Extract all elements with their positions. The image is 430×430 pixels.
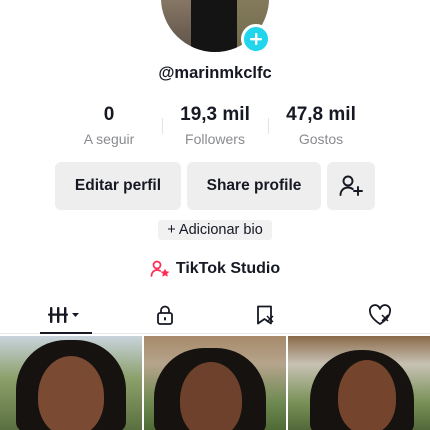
thumbnail-face — [38, 356, 104, 430]
add-friends-button[interactable] — [327, 162, 375, 210]
studio-label: TikTok Studio — [175, 260, 281, 277]
video-thumbnail[interactable] — [144, 336, 286, 430]
profile-avatar-container[interactable] — [161, 0, 271, 54]
tiktok-studio-link[interactable]: TikTok Studio — [0, 260, 430, 278]
stat-label: Gostos — [298, 131, 344, 147]
stat-label: Followers — [185, 131, 245, 147]
tab-private[interactable] — [130, 296, 200, 333]
plus-icon — [250, 33, 262, 45]
tab-liked[interactable] — [330, 296, 430, 333]
stat-following[interactable]: 0 A seguir — [56, 104, 162, 152]
thumbnail-face — [338, 360, 396, 430]
video-thumbnail[interactable] — [288, 336, 430, 430]
video-thumbnail[interactable] — [0, 336, 142, 430]
lock-icon — [157, 305, 173, 325]
liked-icon — [368, 303, 392, 325]
username[interactable]: @marinmkclfc — [0, 64, 430, 83]
stat-value: 19,3 mil — [180, 104, 250, 125]
videos-grid-icon — [48, 306, 79, 323]
stat-likes[interactable]: 47,8 mil Gostos — [268, 104, 374, 152]
share-profile-button[interactable]: Share profile — [187, 162, 321, 210]
thumbnail-face — [180, 362, 242, 430]
profile-tabs — [0, 296, 430, 334]
profile-actions: Editar perfil Share profile — [55, 162, 375, 210]
avatar-figure — [191, 0, 237, 52]
profile-stats: 0 A seguir 19,3 mil Followers 47,8 mil G… — [56, 104, 374, 152]
stat-value: 47,8 mil — [286, 104, 356, 125]
favorites-icon — [257, 305, 274, 324]
stat-followers[interactable]: 19,3 mil Followers — [162, 104, 268, 152]
tab-videos[interactable] — [0, 296, 130, 334]
stat-value: 0 — [103, 104, 115, 125]
video-grid — [0, 336, 430, 430]
add-photo-badge[interactable] — [241, 24, 271, 54]
tab-favorites[interactable] — [200, 296, 330, 333]
add-bio-button[interactable]: + Adicionar bio — [158, 220, 272, 240]
add-user-icon — [339, 175, 363, 196]
studio-icon — [150, 260, 170, 277]
edit-profile-button[interactable]: Editar perfil — [55, 162, 181, 210]
stat-label: A seguir — [83, 131, 135, 147]
